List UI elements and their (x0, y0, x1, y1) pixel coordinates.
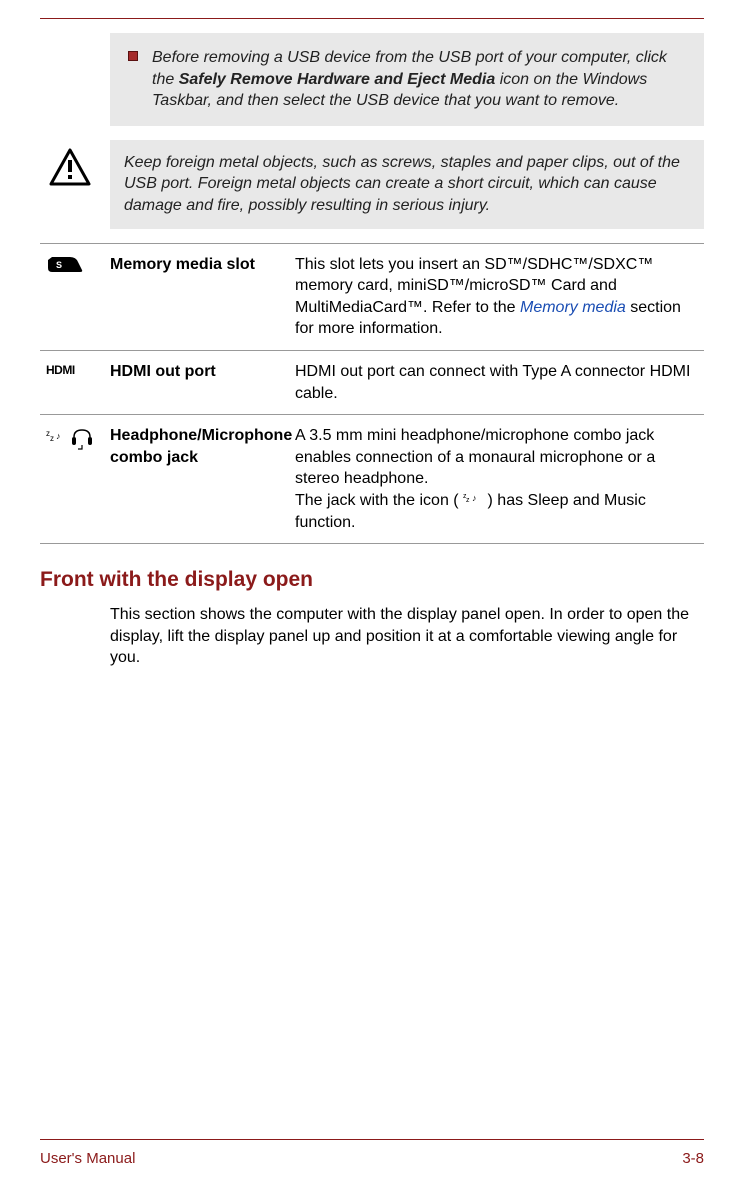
note-box: Before removing a USB device from the US… (110, 33, 704, 126)
spec-desc-line1: A 3.5 mm mini headphone/microphone combo… (295, 427, 655, 487)
svg-text:♪: ♪ (56, 431, 61, 441)
note-text: Before removing a USB device from the US… (152, 47, 690, 112)
body-paragraph: This section shows the computer with the… (110, 604, 704, 669)
spec-label: HDMI out port (110, 361, 295, 383)
warning-row: Keep foreign metal objects, such as scre… (40, 140, 704, 229)
spec-row-memory: S Memory media slot This slot lets you i… (40, 243, 704, 350)
note-bold: Safely Remove Hardware and Eject Media (179, 71, 496, 88)
svg-text:z: z (50, 434, 54, 443)
sd-icon: S (40, 254, 110, 274)
spec-desc: HDMI out port can connect with Type A co… (295, 361, 704, 404)
footer-rule (40, 1139, 704, 1140)
svg-text:♪: ♪ (472, 493, 477, 503)
spec-row-hdmi: HDMI HDMI out port HDMI out port can con… (40, 350, 704, 414)
page-footer: User's Manual 3-8 (40, 1139, 704, 1167)
spec-label: Headphone/Microphone combo jack (110, 425, 295, 468)
spec-label: Memory media slot (110, 254, 295, 276)
footer-right: 3-8 (682, 1150, 704, 1167)
footer-left: User's Manual (40, 1150, 135, 1167)
memory-media-link[interactable]: Memory media (520, 299, 626, 316)
page-content: Before removing a USB device from the US… (0, 33, 744, 669)
svg-text:HDMI: HDMI (46, 363, 75, 377)
top-rule (40, 18, 704, 19)
spec-desc: This slot lets you insert an SD™/SDHC™/S… (295, 254, 704, 340)
warning-text: Keep foreign metal objects, such as scre… (110, 140, 704, 229)
hdmi-icon: HDMI (40, 361, 110, 377)
section-heading: Front with the display open (40, 568, 704, 592)
footer-text: User's Manual 3-8 (40, 1150, 704, 1167)
headphone-icon: z z ♪ (40, 425, 110, 451)
sleep-music-icon: zz♪ (463, 490, 483, 512)
svg-text:z: z (466, 497, 470, 504)
warning-icon (40, 140, 100, 186)
svg-text:S: S (56, 260, 62, 270)
spec-row-headphone: z z ♪ Headphone/Microphone combo jack A … (40, 414, 704, 544)
bullet-icon (128, 51, 138, 61)
spec-table: S Memory media slot This slot lets you i… (40, 243, 704, 545)
spec-desc-line2-pre: The jack with the icon ( (295, 492, 463, 509)
spec-desc: A 3.5 mm mini headphone/microphone combo… (295, 425, 704, 533)
